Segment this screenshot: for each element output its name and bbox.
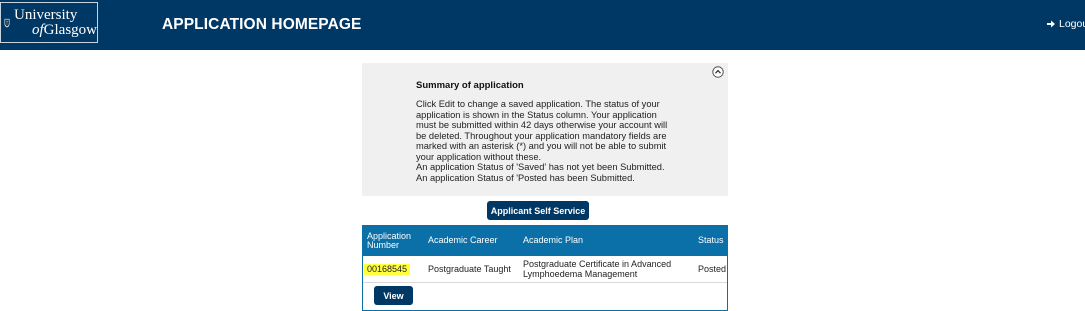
university-logo[interactable]: University ofGlasgow xyxy=(0,2,98,43)
page-title: APPLICATION HOMEPAGE xyxy=(162,16,362,33)
summary-panel: Summary of application Click Edit to cha… xyxy=(362,63,728,196)
summary-title: Summary of application xyxy=(416,80,524,91)
applicant-self-service-button[interactable]: Applicant Self Service xyxy=(487,201,589,220)
logo-line-2: Glasgow xyxy=(43,21,97,38)
column-header-line: Number xyxy=(367,240,400,250)
logo-line-1: University xyxy=(14,6,78,23)
application-number-cell: 00168545 xyxy=(364,256,411,283)
logout-label: Logout xyxy=(1059,18,1085,30)
summary-text: Click Edit to change a saved application… xyxy=(416,99,676,183)
summary-line: application is shown in the Status colum… xyxy=(416,109,657,120)
summary-line: be deleted. Throughout your application … xyxy=(416,130,667,141)
status-cell: Posted xyxy=(698,263,727,274)
summary-line: your application without these. xyxy=(416,151,542,162)
academic-career-cell: Postgraduate Taught xyxy=(428,263,511,274)
collapse-chevron-up-icon[interactable] xyxy=(712,66,724,78)
summary-line: marked with an asterisk (*) and you will… xyxy=(416,141,667,151)
view-button[interactable]: View xyxy=(374,286,413,305)
applications-table: Application Number Academic Career Acade… xyxy=(362,225,728,311)
top-header: University ofGlasgow APPLICATION HOMEPAG… xyxy=(0,0,1085,50)
table-row: 00168545 Postgraduate Taught Postgraduat… xyxy=(363,256,727,283)
summary-line: An application Status of 'Saved' has not… xyxy=(416,162,665,172)
summary-line: Click Edit to change a saved application… xyxy=(416,99,660,109)
column-header-status: Status xyxy=(698,235,724,246)
application-number: 00168545 xyxy=(364,263,411,276)
column-header-academic-plan: Academic Plan xyxy=(523,235,584,246)
crest-icon xyxy=(4,18,10,27)
summary-line: must be submitted within 42 days otherwi… xyxy=(416,120,668,130)
logout-link[interactable]: Logout xyxy=(1046,18,1085,30)
column-header-academic-career: Academic Career xyxy=(428,235,498,246)
summary-line: An application Status of 'Posted has bee… xyxy=(416,172,635,183)
column-header-application-number: Application Number xyxy=(367,226,411,256)
logo-wordmark: University ofGlasgow xyxy=(14,6,97,38)
academic-plan-line: Lymphoedema Management xyxy=(523,268,638,279)
table-header: Application Number Academic Career Acade… xyxy=(363,226,727,256)
academic-plan-cell: Postgraduate Certificate in Advanced Lym… xyxy=(523,256,671,283)
logo-of: of xyxy=(32,21,44,38)
logout-arrow-icon xyxy=(1047,20,1055,28)
